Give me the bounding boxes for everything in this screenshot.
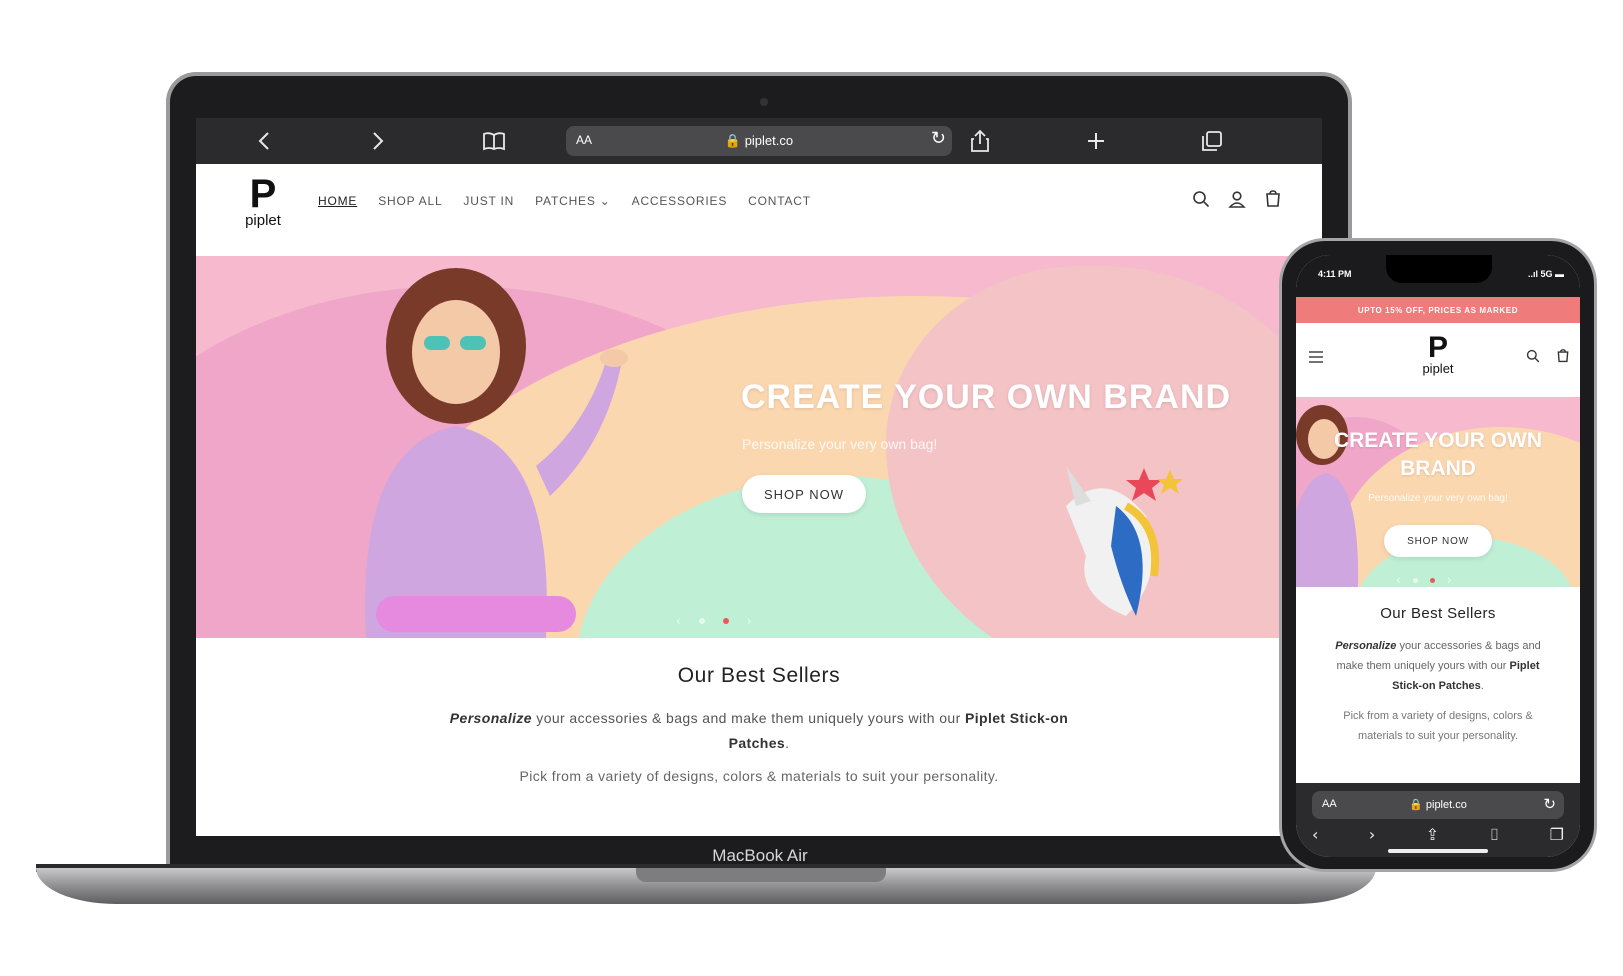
- mobile-site-logo[interactable]: P piplet: [1414, 331, 1462, 377]
- mobile-header-icons: [1526, 349, 1570, 367]
- reload-icon[interactable]: ↻: [931, 128, 946, 149]
- chevron-right-icon[interactable]: ›: [1369, 825, 1375, 845]
- mobile-slider-dots: ‹ ›: [1396, 573, 1452, 587]
- nav-accessories[interactable]: ACCESSORIES: [632, 194, 728, 208]
- logo-mark: P: [1427, 331, 1448, 364]
- hero-banner: CREATE YOUR OWN BRAND Personalize your v…: [196, 256, 1322, 638]
- description-end: .: [785, 735, 790, 751]
- home-indicator: [1388, 849, 1488, 853]
- slider-dot[interactable]: [1412, 577, 1418, 583]
- share-icon[interactable]: [960, 118, 1000, 164]
- hero-title: CREATE YOUR OWN BRAND: [741, 378, 1232, 416]
- hero-subtitle: Personalize your very own bag!: [742, 436, 938, 452]
- description-text: your accessories & bags and make them un…: [532, 710, 965, 726]
- book-icon[interactable]: [474, 118, 514, 164]
- reload-icon[interactable]: ↻: [1543, 795, 1556, 813]
- search-icon[interactable]: [1192, 190, 1210, 213]
- nav-just-in[interactable]: JUST IN: [463, 194, 514, 208]
- emphasis-text: Personalize: [449, 710, 532, 726]
- site-logo[interactable]: P piplet: [238, 174, 288, 229]
- best-sellers-section: Our Best Sellers Personalize your access…: [196, 638, 1322, 836]
- slider-next-icon[interactable]: ›: [747, 614, 752, 628]
- star-patch-image: [1126, 468, 1183, 501]
- mobile-hero-title: CREATE YOUR OWN BRAND: [1333, 429, 1543, 480]
- slider-dot-active[interactable]: [1429, 577, 1435, 583]
- slider-dots: ‹ ›: [676, 614, 752, 628]
- promo-banner: UPTO 15% OFF, PRICES AS MARKED: [1296, 297, 1580, 323]
- status-time: 4:11 PM: [1318, 269, 1352, 279]
- logo-text: piplet: [1422, 361, 1454, 376]
- laptop-camera: [760, 98, 768, 106]
- best-sellers-title: Our Best Sellers: [1380, 605, 1496, 622]
- shop-now-button[interactable]: SHOP NOW: [742, 475, 866, 513]
- slider-next-icon[interactable]: ›: [1447, 573, 1452, 587]
- mobile-shop-now-button[interactable]: SHOP NOW: [1384, 525, 1492, 557]
- mobile-hero-subtitle: Personalize your very own bag!: [1368, 493, 1508, 504]
- book-icon[interactable]: ⌷: [1490, 825, 1500, 845]
- model-image: [365, 268, 628, 638]
- url-text[interactable]: 🔒 piplet.co: [1312, 798, 1564, 811]
- browser-toolbar: AA 🔒 piplet.co ↻: [196, 118, 1322, 164]
- chevron-left-icon[interactable]: ‹: [1312, 825, 1318, 845]
- logo-mark: P: [249, 172, 277, 216]
- emphasis-text: Personalize: [1335, 640, 1397, 652]
- best-sellers-title: Our Best Sellers: [677, 664, 841, 687]
- laptop-screen: AA 🔒 piplet.co ↻ P piplet HOME SHOP ALL …: [196, 118, 1322, 836]
- status-bar: 4:11 PM ..ıl 5G ▬: [1296, 255, 1580, 297]
- mobile-hero-banner: CREATE YOUR OWN BRAND Personalize your v…: [1296, 397, 1580, 587]
- tabs-icon[interactable]: ❐: [1550, 825, 1564, 845]
- nav-patches[interactable]: PATCHES ⌄: [535, 194, 611, 208]
- mobile-site-header: P piplet: [1296, 323, 1580, 397]
- header-icons: [1192, 190, 1282, 213]
- logo-text: piplet: [245, 212, 281, 229]
- url-text[interactable]: 🔒 piplet.co: [566, 133, 952, 149]
- phone-frame: 4:11 PM ..ıl 5G ▬ UPTO 15% OFF, PRICES A…: [1279, 238, 1597, 872]
- best-sellers-subtext: Pick from a variety of designs, colors &…: [519, 768, 999, 784]
- phone-screen: 4:11 PM ..ıl 5G ▬ UPTO 15% OFF, PRICES A…: [1296, 255, 1580, 857]
- slider-dot-active[interactable]: [722, 618, 729, 624]
- nav-contact[interactable]: CONTACT: [748, 194, 811, 208]
- nav-home[interactable]: HOME: [318, 194, 357, 208]
- share-icon[interactable]: ⇪: [1426, 825, 1439, 845]
- slider-prev-icon[interactable]: ‹: [1396, 573, 1401, 587]
- mobile-browser-toolbar: AA 🔒 piplet.co ↻ ‹ › ⇪ ⌷ ❐: [1296, 783, 1580, 857]
- mobile-browser-nav: ‹ › ⇪ ⌷ ❐: [1312, 825, 1564, 845]
- hamburger-menu-icon[interactable]: [1308, 349, 1324, 368]
- cart-icon[interactable]: [1264, 190, 1282, 213]
- tabs-icon[interactable]: [1192, 118, 1232, 164]
- main-nav: HOME SHOP ALL JUST IN PATCHES ⌄ ACCESSOR…: [318, 194, 811, 208]
- account-icon[interactable]: [1228, 190, 1246, 213]
- address-bar[interactable]: AA 🔒 piplet.co ↻: [566, 126, 952, 156]
- nav-shop-all[interactable]: SHOP ALL: [378, 194, 442, 208]
- slider-prev-icon[interactable]: ‹: [676, 614, 681, 628]
- laptop-notch: [636, 868, 886, 882]
- slider-dot[interactable]: [698, 618, 705, 624]
- nav-patches-label: PATCHES: [535, 194, 596, 208]
- best-sellers-description: Personalize your accessories & bags and …: [1323, 636, 1553, 696]
- site-header: P piplet HOME SHOP ALL JUST IN PATCHES ⌄…: [196, 164, 1322, 256]
- search-icon[interactable]: [1526, 349, 1540, 367]
- chevron-down-icon: ⌄: [599, 194, 611, 208]
- best-sellers-subtext: Pick from a variety of designs, colors &…: [1343, 710, 1533, 742]
- chevron-left-icon[interactable]: [244, 118, 284, 164]
- description-end: .: [1480, 680, 1484, 692]
- phone-notch: [1386, 255, 1492, 283]
- mobile-best-sellers-section: Our Best Sellers Personalize your access…: [1296, 587, 1580, 783]
- cart-icon[interactable]: [1556, 349, 1570, 367]
- mobile-address-bar[interactable]: AA 🔒 piplet.co ↻: [1312, 791, 1564, 819]
- chevron-right-icon[interactable]: [358, 118, 398, 164]
- best-sellers-description: Personalize your accessories & bags and …: [429, 706, 1089, 756]
- plus-icon[interactable]: [1076, 118, 1116, 164]
- status-network: ..ıl 5G ▬: [1527, 269, 1564, 279]
